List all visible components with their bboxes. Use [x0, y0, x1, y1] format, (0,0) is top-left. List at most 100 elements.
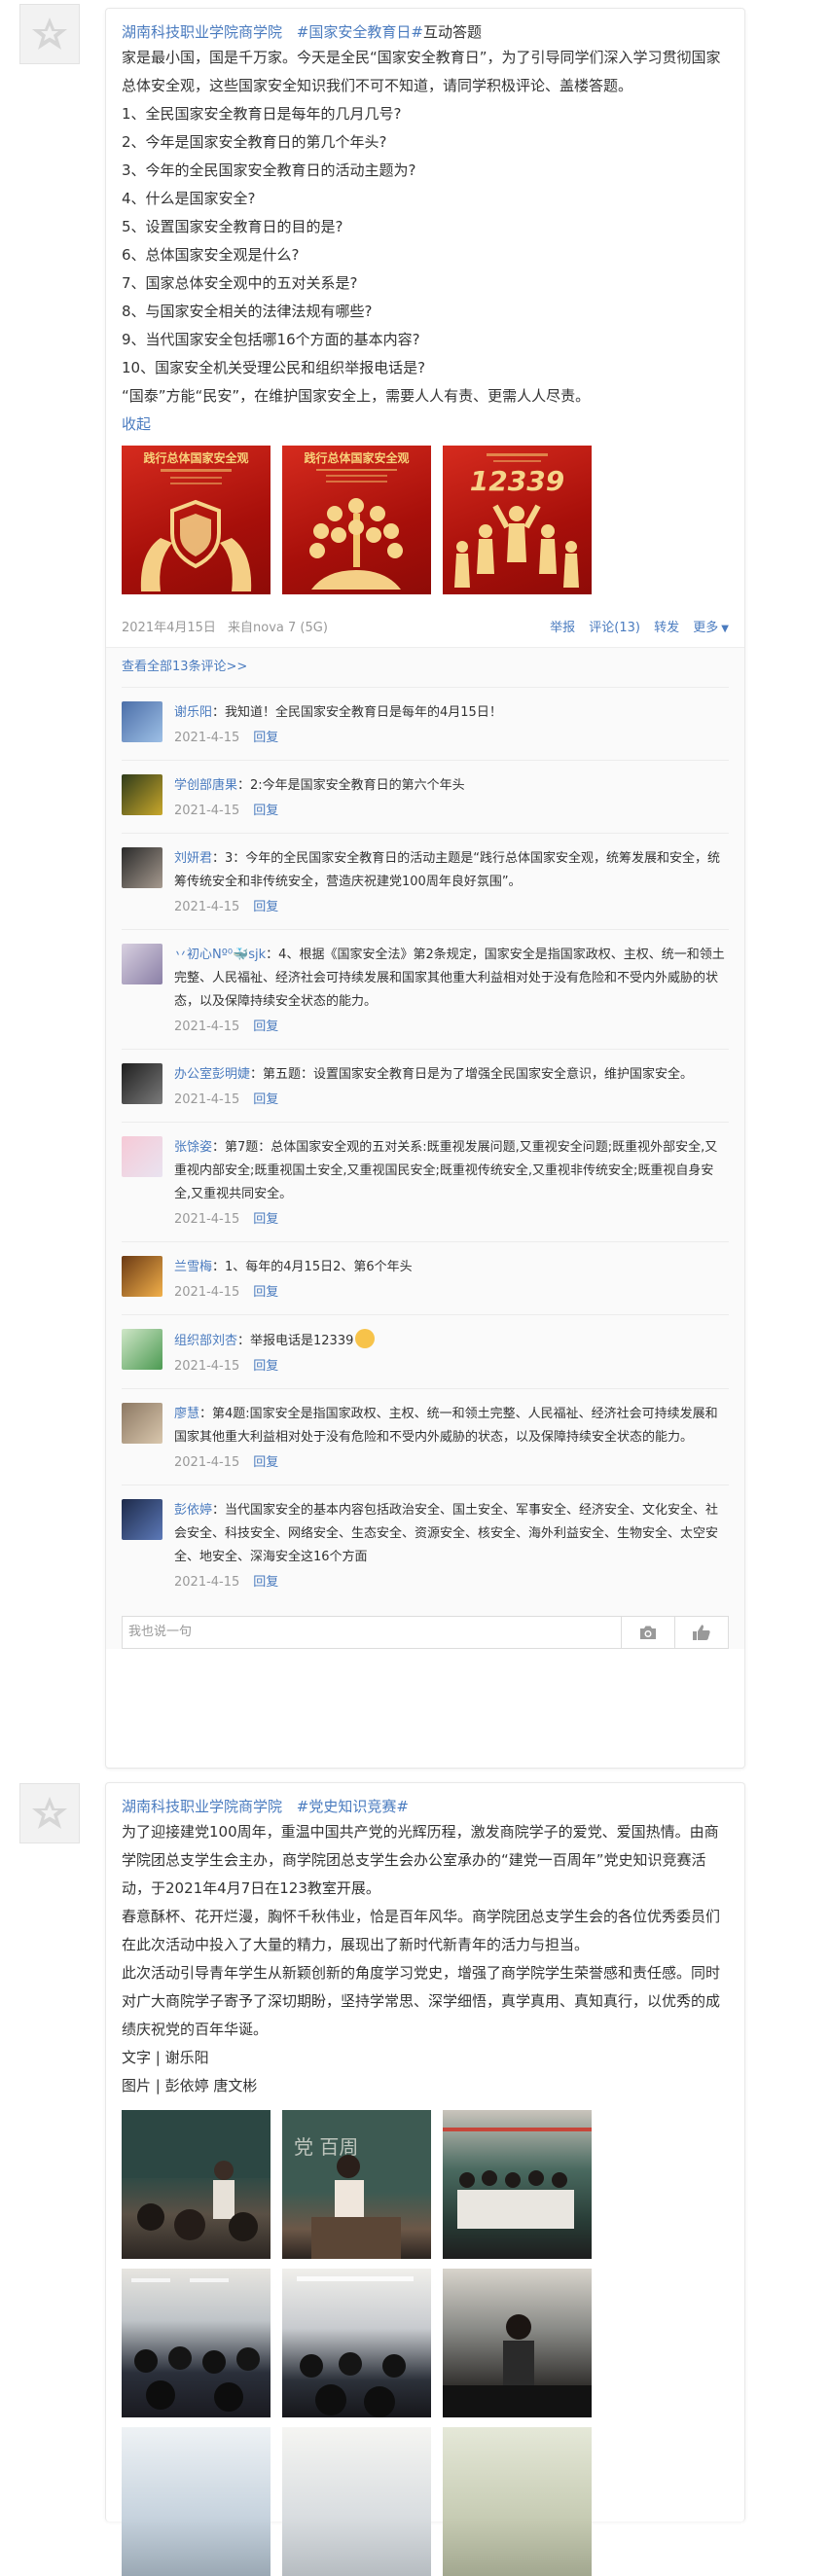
comment-link[interactable]: 评论(13): [589, 621, 640, 635]
comment-item: 彭依婷：当代国家安全的基本内容包括政治安全、国土安全、军事安全、经济安全、文化安…: [122, 1485, 729, 1604]
comment-section: 查看全部13条评论>> 谢乐阳：我知道！全民国家安全教育日是每年的4月15日！ …: [106, 647, 744, 1649]
reply-button[interactable]: 回复: [253, 1575, 278, 1590]
comment-date: 2021-4-15: [174, 1285, 240, 1300]
comment-item: 兰雪梅：1、每年的4月15日2、第6个年头 2021-4-15 回复: [122, 1241, 729, 1314]
author-link[interactable]: 湖南科技职业学院商学院: [122, 1798, 282, 1815]
commenter-avatar[interactable]: [122, 944, 162, 984]
image-title: 12339: [469, 465, 565, 497]
view-all-comments-link[interactable]: 查看全部13条评论>>: [122, 648, 729, 687]
post-question: 3、今年的全民国家安全教育日的活动主题为?: [122, 161, 416, 179]
photo-button[interactable]: [621, 1617, 674, 1648]
event-photo[interactable]: [282, 2269, 431, 2417]
camera-icon: [640, 1626, 656, 1639]
post-paragraph: 为了迎接建党100周年，重温中国共产党的光辉历程，激发商院学子的爱党、爱国热情。…: [122, 1823, 719, 1897]
commenter-name[interactable]: 廖慧: [174, 1407, 199, 1421]
topic-link[interactable]: #党史知识竞赛#: [297, 1798, 409, 1815]
commenter-name[interactable]: 彭依婷: [174, 1503, 212, 1518]
post-meta: 2021年4月15日 来自nova 7 (5G) 举报 评论(13) 转发 更多…: [122, 616, 729, 635]
comment-item: 谢乐阳：我知道！全民国家安全教育日是每年的4月15日！ 2021-4-15 回复: [122, 687, 729, 760]
post-actions: 举报 评论(13) 转发 更多 ▼: [540, 617, 729, 635]
like-button[interactable]: [674, 1617, 728, 1648]
commenter-name[interactable]: 刘妍君: [174, 851, 212, 866]
post-image-12339[interactable]: 12339: [443, 446, 592, 594]
event-photo[interactable]: 党 百周: [282, 2110, 431, 2259]
commenter-avatar[interactable]: [122, 1403, 162, 1444]
commenter-avatar[interactable]: [122, 1256, 162, 1297]
event-photo[interactable]: [122, 2427, 271, 2576]
commenter-avatar[interactable]: [122, 1499, 162, 1540]
comment-date: 2021-4-15: [174, 804, 240, 818]
post-image-tree[interactable]: 践行总体国家安全观: [282, 446, 431, 594]
caret-down-icon: ▼: [721, 623, 729, 634]
comment-input[interactable]: 我也说一句: [123, 1617, 621, 1648]
comment-text: ：第4题:国家安全是指国家政权、主权、统一和领土完整、人民福祉、经济社会可持续发…: [174, 1407, 718, 1445]
comment-text: ：我知道！全民国家安全教育日是每年的4月15日！: [212, 705, 502, 720]
collapse-link[interactable]: 收起: [122, 411, 729, 438]
commenter-name[interactable]: 学创部唐果: [174, 778, 237, 793]
author-link[interactable]: 湖南科技职业学院商学院: [122, 23, 282, 41]
event-photo[interactable]: [443, 2110, 592, 2259]
reply-button[interactable]: 回复: [253, 1212, 278, 1227]
comment-item: 组织部刘杏：举报电话是12339 2021-4-15 回复: [122, 1314, 729, 1388]
poster-avatar[interactable]: [19, 4, 80, 64]
reply-bar: 我也说一句: [122, 1616, 729, 1649]
post-question: 1、全民国家安全教育日是每年的几月几号?: [122, 105, 402, 123]
post-question: 10、国家安全机关受理公民和组织举报电话是?: [122, 359, 426, 376]
commenter-avatar[interactable]: [122, 1329, 162, 1370]
audience-photo-icon: [131, 2278, 260, 2412]
topic-link[interactable]: #国家安全教育日#: [297, 23, 423, 41]
commenter-name[interactable]: 丷初心Nº⁰🐳sjk: [174, 948, 266, 962]
post-card: 湖南科技职业学院商学院 #国家安全教育日#互动答题 家是最小国，国是千万家。今天…: [105, 8, 745, 1769]
post-image-shield[interactable]: 践行总体国家安全观: [122, 446, 271, 594]
comment-date: 2021-4-15: [174, 731, 240, 745]
reply-button[interactable]: 回复: [253, 1285, 278, 1300]
speaker-photo-icon: [311, 2155, 401, 2259]
default-avatar-icon: [32, 1797, 67, 1829]
commenter-name[interactable]: 张馀姿: [174, 1140, 212, 1155]
commenter-name[interactable]: 谢乐阳: [174, 705, 212, 720]
reply-button[interactable]: 回复: [253, 1092, 278, 1107]
post-paragraph: 春意酥杯、花开烂漫，胸怀千秋伟业，恰是百年风华。商学院团总支学生会的各位优秀委员…: [122, 1908, 721, 1953]
post-question: 4、什么是国家安全?: [122, 190, 256, 207]
default-avatar-icon: [32, 18, 67, 50]
poster-avatar[interactable]: [19, 1783, 80, 1843]
reply-button[interactable]: 回复: [253, 1359, 278, 1374]
reply-button[interactable]: 回复: [253, 900, 278, 914]
post-paragraph: “国泰”方能“民安”，在维护国家安全上，需要人人有责、更需人人尽责。: [122, 387, 591, 405]
post-header: 湖南科技职业学院商学院 #党史知识竞赛#: [122, 1795, 729, 1818]
event-photo[interactable]: [122, 2269, 271, 2417]
comment-item: 张馀姿：第7题：总体国家安全观的五对关系:既重视发展问题,又重视安全问题;既重视…: [122, 1122, 729, 1241]
reply-button[interactable]: 回复: [253, 731, 278, 745]
post-date: 2021年4月15日: [122, 620, 216, 635]
commenter-name[interactable]: 组织部刘杏: [174, 1334, 237, 1348]
event-photo[interactable]: [443, 2427, 592, 2576]
commenter-name[interactable]: 办公室彭明婕: [174, 1067, 250, 1082]
report-link[interactable]: 举报: [550, 621, 575, 635]
post-question: 6、总体国家安全观是什么?: [122, 246, 300, 264]
reply-button[interactable]: 回复: [253, 1455, 278, 1470]
reply-button[interactable]: 回复: [253, 1020, 278, 1034]
commenter-name[interactable]: 兰雪梅: [174, 1260, 212, 1274]
more-link[interactable]: 更多 ▼: [693, 621, 729, 635]
emoji-icon: [355, 1329, 376, 1348]
commenter-avatar[interactable]: [122, 1136, 162, 1177]
reply-button[interactable]: 回复: [253, 804, 278, 818]
comment-text: ：举报电话是12339: [237, 1334, 354, 1348]
post-question: 5、设置国家安全教育日的目的是?: [122, 218, 343, 235]
comment-date: 2021-4-15: [174, 1212, 240, 1227]
event-photo[interactable]: [443, 2269, 592, 2417]
post-body: 家是最小国，国是千万家。今天是全民“国家安全教育日”，为了引导同学们深入学习贯彻…: [122, 44, 729, 411]
event-photo[interactable]: [282, 2427, 431, 2576]
post-photo-grid: 党 百周: [122, 2110, 729, 2576]
forward-link[interactable]: 转发: [654, 621, 679, 635]
event-photo[interactable]: [122, 2110, 271, 2259]
comment-item: 丷初心Nº⁰🐳sjk：4、根据《国家安全法》第2条规定，国家安全是指国家政权、主…: [122, 929, 729, 1049]
post-header: 湖南科技职业学院商学院 #国家安全教育日#互动答题: [122, 20, 729, 44]
comment-date: 2021-4-15: [174, 900, 240, 914]
post-question: 9、当代国家安全包括哪16个方面的基本内容?: [122, 331, 420, 348]
commenter-avatar[interactable]: [122, 847, 162, 888]
commenter-avatar[interactable]: [122, 774, 162, 815]
commenter-avatar[interactable]: [122, 701, 162, 742]
commenter-avatar[interactable]: [122, 1063, 162, 1104]
comment-text: ：当代国家安全的基本内容包括政治安全、国土安全、军事安全、经济安全、文化安全、社…: [174, 1503, 719, 1564]
